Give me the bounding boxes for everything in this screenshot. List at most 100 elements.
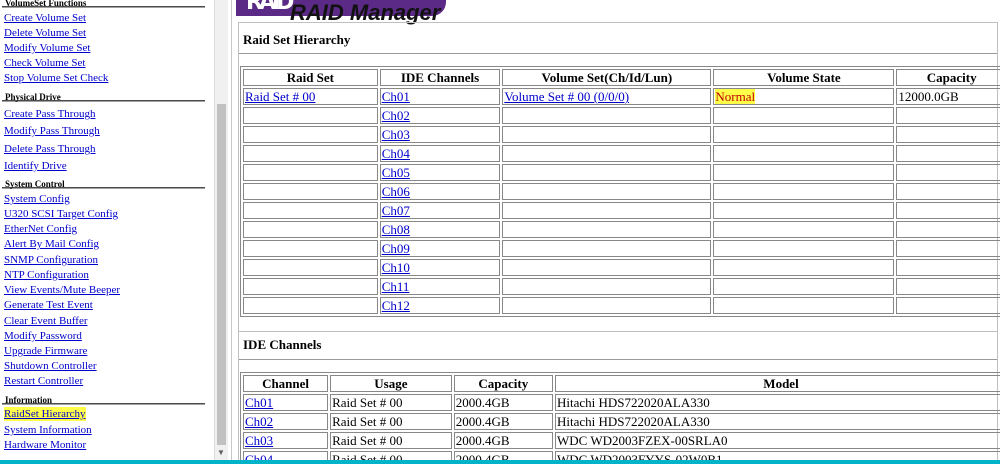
raidset-table: Raid Set IDE Channels Volume Set(Ch/Id/L… [240,66,1000,317]
nav-stop-volume-set-check[interactable]: Stop Volume Set Check [4,71,108,85]
raid-set-link[interactable]: Raid Set # 00 [245,89,315,104]
nav-section-physical-drive: Physical Drive [2,92,205,102]
channel-link[interactable]: Ch07 [382,203,410,218]
nav-create-pass-through[interactable]: Create Pass Through [4,107,95,121]
nav-create-volume-set[interactable]: Create Volume Set [4,11,86,25]
nav-identify-drive[interactable]: Identify Drive [4,159,67,173]
volume-set-link[interactable]: Volume Set # 00 (0/0/0) [504,89,629,104]
nav-clear-event-buffer[interactable]: Clear Event Buffer [4,314,88,328]
nav-delete-pass-through[interactable]: Delete Pass Through [4,142,95,156]
cell-capacity [896,145,1000,162]
nav-alert-by-mail-config[interactable]: Alert By Mail Config [4,237,99,251]
ide-channels-table: Channel Usage Capacity Model Ch01 Raid Se… [240,372,1000,464]
nav-generate-test-event[interactable]: Generate Test Event [4,298,93,312]
col-channel: Channel [243,375,329,392]
cell-volume-set [502,145,712,162]
channel-link[interactable]: Ch08 [382,222,410,237]
cell-raid-set [243,278,378,295]
channel-link[interactable]: Ch04 [382,146,410,161]
cell-ide-channel: Ch08 [379,221,501,238]
nav-system-information[interactable]: System Information [4,423,92,437]
nav-scrollbar[interactable]: ▼ [214,0,228,464]
ide-row: Ch01 Raid Set # 00 2000.4GB Hitachi HDS7220… [243,394,1000,411]
cell-ide-channel: Ch11 [379,278,501,295]
cell-capacity [896,278,1000,295]
ide-channel-link[interactable]: Ch01 [245,395,273,410]
raidset-row: Ch07 [243,202,1000,219]
section-divider [239,53,997,54]
scroll-down-arrow-icon[interactable]: ▼ [217,448,225,458]
raidset-row: Ch06 [243,183,1000,200]
cell-ide-channel: Ch01 [379,88,501,105]
nav-system-config[interactable]: System Config [4,192,70,206]
cell-ide-channel: Ch09 [379,240,501,257]
col-volume-set: Volume Set(Ch/Id/Lun) [502,69,712,86]
nav-hardware-monitor[interactable]: Hardware Monitor [4,438,86,452]
ide-channel-link[interactable]: Ch02 [245,414,273,429]
cell-volume-state [713,183,895,200]
channel-link[interactable]: Ch02 [382,108,410,123]
cell-volume-state [713,164,895,181]
channel-link[interactable]: Ch03 [382,127,410,142]
cell-capacity [896,164,1000,181]
channel-link[interactable]: Ch10 [382,260,410,275]
nav-section-system-control: System Control [2,179,205,189]
cell-volume-state [713,278,895,295]
col-capacity: Capacity [896,69,1000,86]
cell-ide-channel: Ch10 [379,259,501,276]
nav-snmp-configuration[interactable]: SNMP Configuration [4,253,98,267]
cell-raid-set [243,297,378,314]
nav-shutdown-controller[interactable]: Shutdown Controller [4,359,97,373]
cell-raid-set [243,183,378,200]
channel-link[interactable]: Ch09 [382,241,410,256]
nav-check-volume-set[interactable]: Check Volume Set [4,56,85,70]
nav-modify-pass-through[interactable]: Modify Pass Through [4,124,100,138]
channel-link[interactable]: Ch06 [382,184,410,199]
nav-view-events-mute-beeper[interactable]: View Events/Mute Beeper [4,283,120,297]
nav-ethernet-config[interactable]: EtherNet Config [4,222,77,236]
nav-ntp-configuration[interactable]: NTP Configuration [4,268,89,282]
nav-delete-volume-set[interactable]: Delete Volume Set [4,26,86,40]
cell-ide-capacity: 2000.4GB [453,432,553,449]
ide-row: Ch02 Raid Set # 00 2000.4GB Hitachi HDS7220… [243,413,1000,430]
cell-volume-state [713,259,895,276]
cell-volume-state: Normal [713,88,895,105]
cell-channel: Ch03 [243,432,329,449]
raidset-row: Ch10 [243,259,1000,276]
cell-ide-channel: Ch06 [379,183,501,200]
col-usage: Usage [330,375,452,392]
cell-raid-set [243,202,378,219]
nav-restart-controller[interactable]: Restart Controller [4,374,83,388]
nav-u320-scsi-target-config[interactable]: U320 SCSI Target Config [4,207,118,221]
channel-link[interactable]: Ch01 [382,89,410,104]
nav-modify-volume-set[interactable]: Modify Volume Set [4,41,90,55]
channel-link[interactable]: Ch11 [382,279,410,294]
channel-link[interactable]: Ch12 [382,298,410,313]
nav-section-volumeset: VolumeSet Functions [2,0,205,8]
raidset-row: Ch08 [243,221,1000,238]
cell-channel: Ch02 [243,413,329,430]
cell-ide-channel: Ch03 [379,126,501,143]
taskbar-strip [0,460,1000,464]
cell-capacity [896,221,1000,238]
cell-volume-set [502,164,712,181]
section-divider [239,359,997,360]
nav-modify-password[interactable]: Modify Password [4,329,82,343]
channel-link[interactable]: Ch05 [382,165,410,180]
cell-volume-state [713,107,895,124]
cell-ide-channel: Ch05 [379,164,501,181]
raidset-section-title: Raid Set Hierarchy [243,32,351,47]
cell-volume-set [502,278,712,295]
nav-scrollbar-thumb[interactable] [217,104,226,445]
nav-upgrade-firmware[interactable]: Upgrade Firmware [4,344,87,358]
raid-logo-icon: RAID [246,0,294,15]
ide-channel-link[interactable]: Ch03 [245,433,273,448]
cell-usage: Raid Set # 00 [330,432,452,449]
ide-row: Ch03 Raid Set # 00 2000.4GB WDC WD2003FZEX-… [243,432,1000,449]
raidset-row: Ch03 [243,126,1000,143]
cell-capacity [896,183,1000,200]
raidset-row: Ch05 [243,164,1000,181]
nav-raidset-hierarchy[interactable]: RaidSet Hierarchy [4,407,86,421]
cell-capacity [896,259,1000,276]
cell-volume-state [713,126,895,143]
